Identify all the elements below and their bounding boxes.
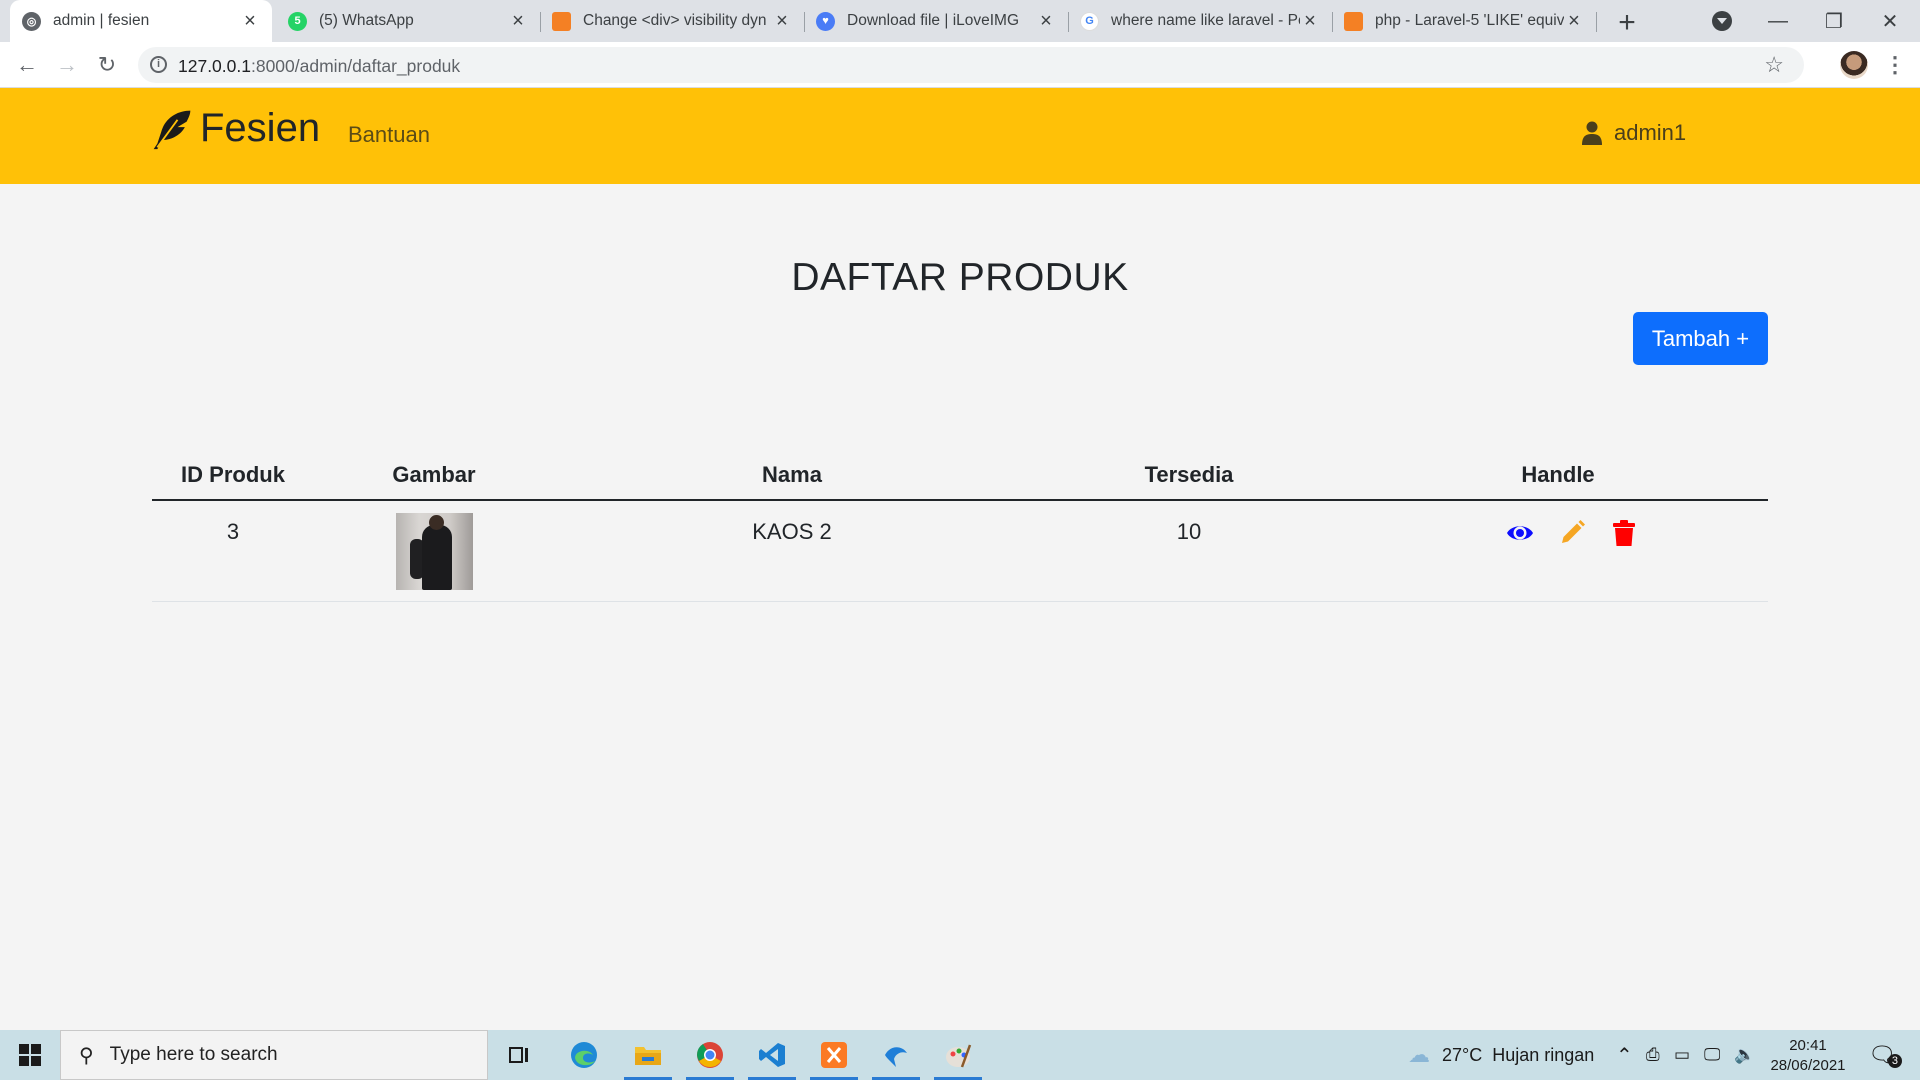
weather-cloud-icon: ☁ bbox=[1408, 1042, 1430, 1067]
page-title: DAFTAR PRODUK bbox=[791, 256, 1129, 299]
table-row: 3 KAOS 2 10 bbox=[152, 500, 1768, 602]
tab-title: Change <div> visibility dyn bbox=[583, 12, 767, 29]
browser-tab-4[interactable]: ♥ Download file | iLoveIMG × bbox=[804, 0, 1069, 42]
search-icon: ⚲ bbox=[79, 1044, 94, 1067]
clock-date: 28/06/2021 bbox=[1770, 1057, 1846, 1074]
notification-count: 3 bbox=[1887, 1054, 1902, 1068]
add-product-button[interactable]: Tambah + bbox=[1633, 312, 1768, 365]
product-thumbnail bbox=[395, 513, 473, 590]
volume-icon[interactable]: 🔈 bbox=[1734, 1030, 1755, 1080]
start-button[interactable] bbox=[0, 1030, 60, 1080]
new-tab-icon[interactable]: + bbox=[1612, 6, 1642, 40]
user-icon bbox=[1582, 121, 1602, 145]
brand-name: Fesien bbox=[200, 106, 321, 150]
minimize-icon[interactable]: — bbox=[1750, 0, 1806, 42]
browser-tab-2[interactable]: 5 (5) WhatsApp × bbox=[276, 0, 541, 42]
google-icon: G bbox=[1080, 11, 1099, 31]
tab-title: admin | fesien bbox=[53, 12, 150, 29]
close-tab-icon[interactable]: × bbox=[1036, 10, 1056, 33]
close-tab-icon[interactable]: × bbox=[240, 10, 260, 33]
taskbar-search[interactable]: ⚲ Type here to search bbox=[60, 1030, 488, 1080]
windows-taskbar: ⚲ Type here to search ☁ 27°C Hujan ringa… bbox=[0, 1030, 1920, 1080]
browser-toolbar: ← → ↻ i 127.0.0.1:8000/admin/daftar_prod… bbox=[0, 42, 1920, 88]
close-tab-icon[interactable]: × bbox=[1300, 10, 1320, 33]
clock-time: 20:41 bbox=[1789, 1037, 1827, 1054]
cell-gambar bbox=[314, 500, 554, 602]
show-hidden-icons[interactable]: ⌃ bbox=[1616, 1030, 1633, 1080]
tab-title: where name like laravel - Pe bbox=[1111, 12, 1300, 29]
nav-link-bantuan[interactable]: Bantuan bbox=[348, 122, 430, 148]
iloveimg-icon: ♥ bbox=[816, 11, 835, 31]
stackoverflow-icon bbox=[552, 11, 571, 31]
search-placeholder: Type here to search bbox=[109, 1044, 278, 1065]
browser-tab-3[interactable]: Change <div> visibility dyn × bbox=[540, 0, 805, 42]
cell-id: 3 bbox=[152, 500, 314, 602]
paint-icon[interactable] bbox=[930, 1030, 986, 1080]
site-info-icon[interactable]: i bbox=[150, 56, 167, 73]
meet-now-icon[interactable]: ⎙ bbox=[1646, 1030, 1660, 1080]
browser-tab-1[interactable]: ◎ admin | fesien × bbox=[10, 0, 272, 42]
close-tab-icon[interactable]: × bbox=[1564, 10, 1584, 33]
restore-icon[interactable]: ❐ bbox=[1806, 0, 1862, 42]
edge-icon[interactable] bbox=[556, 1030, 612, 1080]
reload-icon[interactable]: ↻ bbox=[92, 50, 122, 80]
url-text[interactable]: 127.0.0.1:8000/admin/daftar_produk bbox=[178, 56, 460, 77]
cell-handle bbox=[1348, 500, 1768, 602]
whatsapp-icon: 5 bbox=[288, 11, 307, 31]
dolphin-app-icon[interactable] bbox=[868, 1030, 924, 1080]
username: admin1 bbox=[1614, 120, 1687, 145]
browser-tab-5[interactable]: G where name like laravel - Pe × bbox=[1068, 0, 1333, 42]
column-header-handle: Handle bbox=[1348, 450, 1768, 501]
column-header-id: ID Produk bbox=[152, 450, 314, 501]
tab-search-icon[interactable] bbox=[1712, 11, 1732, 31]
tab-title: Download file | iLoveIMG bbox=[847, 12, 1020, 29]
globe-icon: ◎ bbox=[22, 11, 41, 31]
trash-icon[interactable] bbox=[1610, 519, 1638, 547]
menu-kebab-icon[interactable]: ⋮ bbox=[1884, 52, 1906, 78]
cell-tersedia: 10 bbox=[1030, 500, 1348, 602]
bookmark-star-icon[interactable]: ☆ bbox=[1764, 52, 1784, 78]
user-menu[interactable]: admin1 bbox=[1582, 120, 1686, 146]
column-header-nama: Nama bbox=[554, 450, 1030, 501]
site-navbar: Fesien Bantuan admin1 bbox=[0, 88, 1920, 184]
browser-tab-strip: ◎ admin | fesien × 5 (5) WhatsApp × Chan… bbox=[0, 0, 1920, 42]
battery-icon[interactable]: ▭ bbox=[1674, 1030, 1690, 1080]
weather-text: 27°C Hujan ringan bbox=[1442, 1044, 1595, 1065]
vscode-icon[interactable] bbox=[744, 1030, 800, 1080]
tab-title: (5) WhatsApp bbox=[319, 12, 414, 29]
feather-icon bbox=[153, 110, 191, 149]
weather-widget[interactable]: ☁ 27°C Hujan ringan bbox=[1408, 1030, 1594, 1080]
profile-avatar[interactable] bbox=[1840, 51, 1868, 79]
product-table: ID Produk Gambar Nama Tersedia Handle 3 … bbox=[152, 450, 1768, 602]
tab-title: php - Laravel-5 'LIKE' equiva bbox=[1375, 12, 1564, 29]
network-icon[interactable]: 🖵 bbox=[1704, 1030, 1720, 1080]
file-explorer-icon[interactable] bbox=[620, 1030, 676, 1080]
close-tab-icon[interactable]: × bbox=[508, 10, 528, 33]
taskbar-clock[interactable]: 20:41 28/06/2021 bbox=[1766, 1036, 1850, 1076]
pencil-icon[interactable] bbox=[1558, 519, 1586, 547]
stackoverflow-icon bbox=[1344, 11, 1363, 31]
task-view-icon[interactable] bbox=[492, 1030, 548, 1080]
browser-tab-6[interactable]: php - Laravel-5 'LIKE' equiva × bbox=[1332, 0, 1597, 42]
notifications-icon[interactable]: 🗨 3 bbox=[1868, 1030, 1902, 1080]
column-header-tersedia: Tersedia bbox=[1030, 450, 1348, 501]
chrome-icon[interactable] bbox=[682, 1030, 738, 1080]
back-icon[interactable]: ← bbox=[12, 50, 42, 80]
forward-icon[interactable]: → bbox=[52, 50, 82, 80]
windows-logo-icon bbox=[19, 1044, 41, 1066]
column-header-gambar: Gambar bbox=[314, 450, 554, 501]
table-header-row: ID Produk Gambar Nama Tersedia Handle bbox=[152, 450, 1768, 501]
cell-nama: KAOS 2 bbox=[554, 500, 1030, 602]
address-bar[interactable]: i 127.0.0.1:8000/admin/daftar_produk ☆ bbox=[138, 47, 1804, 83]
close-window-icon[interactable]: ✕ bbox=[1862, 0, 1918, 42]
close-tab-icon[interactable]: × bbox=[772, 10, 792, 33]
xampp-icon[interactable] bbox=[806, 1030, 862, 1080]
eye-icon[interactable] bbox=[1506, 519, 1534, 547]
brand-link[interactable]: Fesien bbox=[150, 106, 320, 151]
